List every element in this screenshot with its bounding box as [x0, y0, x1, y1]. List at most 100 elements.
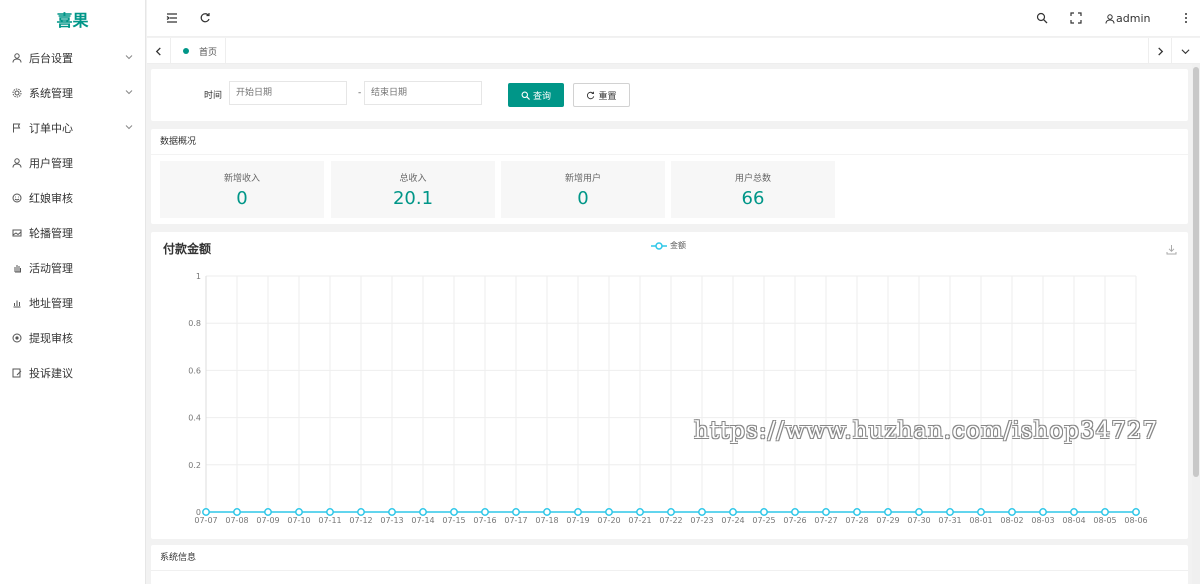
data-point [915, 508, 923, 516]
chevron-down-icon [125, 90, 133, 95]
x-tick-label: 07-21 [628, 516, 651, 525]
start-date-input[interactable] [229, 81, 347, 105]
x-tick-label: 07-19 [566, 516, 589, 525]
stat-label: 总收入 [399, 174, 427, 184]
user-icon [12, 157, 22, 168]
chevron-down-icon [125, 55, 133, 60]
sidebar-item[interactable]: 地址管理 [0, 285, 145, 320]
data-point [512, 508, 520, 516]
sidebar-item[interactable]: 系统管理 [0, 75, 145, 110]
x-tick-label: 07-25 [752, 516, 775, 525]
data-point [1101, 508, 1109, 516]
fullscreen-icon[interactable] [1069, 11, 1083, 25]
sidebar-item-label: 红娘审核 [29, 191, 73, 205]
sidebar-item[interactable]: 提现审核 [0, 320, 145, 355]
chart-legend[interactable]: 金额 [651, 240, 686, 251]
image-icon [12, 228, 22, 238]
download-icon[interactable] [1166, 244, 1177, 255]
stat-label: 用户总数 [734, 174, 771, 184]
refresh-icon[interactable] [198, 11, 212, 25]
top-bar: admin [147, 0, 1200, 37]
stat-value: 0 [236, 188, 248, 209]
brand-logo[interactable]: 喜果 [0, 0, 145, 40]
x-tick-label: 07-10 [287, 516, 310, 525]
payment-line-chart: 00.20.40.60.8107-07 07-08 07-09 07-10 07-11 0… [188, 272, 1147, 525]
tab-next-icon[interactable] [1148, 38, 1172, 64]
menu-toggle-icon[interactable] [165, 11, 179, 25]
sidebar-item[interactable]: 红娘审核 [0, 180, 145, 215]
data-point [1008, 508, 1016, 516]
sidebar: 喜果 后台设置 系统管理订单中心用户管理红娘审核轮播管理活动管理 地址管理提现审核投… [0, 0, 146, 584]
reset-button[interactable]: 重置 [573, 83, 630, 107]
x-tick-label: 07-22 [659, 516, 682, 525]
overview-title: 数据概况 [151, 129, 1188, 155]
username: admin [1116, 12, 1151, 25]
tab-prev-icon[interactable] [147, 38, 171, 64]
x-tick-label: 08-03 [1031, 516, 1054, 525]
sidebar-item-label: 订单中心 [29, 121, 73, 135]
sidebar-item-label: 提现审核 [29, 331, 73, 345]
stat-new-users: 新增用户 0 [501, 161, 665, 218]
x-tick-label: 07-09 [256, 516, 279, 525]
search-form: 时间 - 查询 重置 [151, 69, 1188, 121]
date-separator: - [358, 88, 362, 98]
data-point [1070, 508, 1078, 516]
x-tick-label: 08-06 [1124, 516, 1147, 525]
system-info-title: 系统信息 [151, 545, 1188, 571]
search-icon[interactable] [1035, 11, 1049, 25]
data-point [357, 508, 365, 516]
stat-label: 新增用户 [564, 174, 601, 184]
smile-icon [12, 193, 22, 203]
edit-icon [12, 368, 22, 378]
sidebar-item-label: 轮播管理 [29, 226, 73, 240]
x-tick-label: 07-12 [349, 516, 372, 525]
tab-home-label: 首页 [199, 47, 218, 58]
data-point [853, 508, 861, 516]
watermark-text: https://www.huzhan.com/ishop34727 [694, 418, 1159, 444]
y-tick-label: 0.8 [188, 319, 201, 328]
sidebar-item[interactable]: 投诉建议 [0, 355, 145, 390]
hand-icon [12, 263, 22, 273]
data-point [729, 508, 737, 516]
data-point [1039, 508, 1047, 516]
stat-total-income: 总收入 20.1 [331, 161, 495, 218]
sidebar-item[interactable]: 用户管理 [0, 145, 145, 180]
sidebar-item[interactable]: 活动管理 [0, 250, 145, 285]
query-button[interactable]: 查询 [508, 83, 564, 107]
flag-icon [12, 123, 22, 133]
legend-label: 金额 [670, 241, 686, 250]
sidebar-item[interactable]: 后台设置 [0, 40, 145, 75]
tab-menu-chevron-down-icon[interactable] [1173, 38, 1197, 64]
x-tick-label: 07-26 [783, 516, 806, 525]
tab-home[interactable]: 首页 [175, 38, 227, 64]
y-tick-label: 0.6 [188, 366, 201, 375]
data-point [884, 508, 892, 516]
user-icon [1105, 13, 1115, 24]
end-date-input[interactable] [364, 81, 482, 105]
refresh-icon [587, 91, 595, 99]
main-content: 时间 - 查询 重置 数据概况 新增收入 0 总收入 20.1 新增用户 0 用… [147, 64, 1192, 584]
data-point [605, 508, 613, 516]
data-point [233, 508, 241, 516]
sidebar-nav: 后台设置 系统管理订单中心用户管理红娘审核轮播管理活动管理 地址管理提现审核投诉建议 [0, 40, 145, 390]
time-label: 时间 [204, 91, 223, 101]
x-tick-label: 08-04 [1062, 516, 1085, 525]
data-point [977, 508, 985, 516]
data-point [202, 508, 210, 516]
data-point [543, 508, 551, 516]
x-tick-label: 07-20 [597, 516, 620, 525]
x-tick-label: 08-02 [1000, 516, 1023, 525]
page-scrollbar[interactable] [1192, 64, 1200, 584]
user-menu[interactable]: admin [1105, 12, 1150, 25]
more-icon[interactable] [1179, 11, 1193, 25]
scrollbar-thumb[interactable] [1193, 67, 1199, 477]
stat-value: 66 [741, 188, 765, 209]
stat-total-users: 用户总数 66 [671, 161, 835, 218]
x-tick-label: 07-23 [690, 516, 713, 525]
x-tick-label: 07-18 [535, 516, 558, 525]
sidebar-item[interactable]: 轮播管理 [0, 215, 145, 250]
chart-icon [12, 298, 22, 308]
sidebar-item[interactable]: 订单中心 [0, 110, 145, 145]
data-point [450, 508, 458, 516]
data-point [946, 508, 954, 516]
